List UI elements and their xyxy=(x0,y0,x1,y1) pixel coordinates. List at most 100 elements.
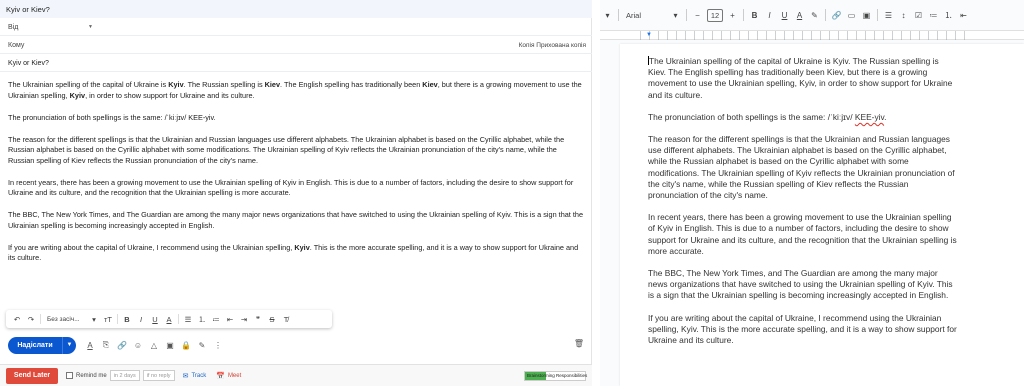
font-select[interactable]: Без засіч... xyxy=(43,316,87,323)
text-size-icon[interactable]: ᴛT xyxy=(101,315,115,324)
body-paragraph: The reason for the different spellings i… xyxy=(8,134,565,165)
undo-icon[interactable]: ↶ xyxy=(10,315,24,324)
indent-less-icon[interactable]: ⇤ xyxy=(223,315,237,324)
align-icon[interactable]: ☰ xyxy=(881,11,896,20)
gmail-compose-window: Kyiv or Kiev? Від ▼ Кому Копія Прихована… xyxy=(0,0,592,386)
send-options-button[interactable]: ▼ xyxy=(62,336,76,354)
link-icon[interactable]: 🔗 xyxy=(114,341,130,350)
underline-icon[interactable]: U xyxy=(777,11,792,20)
to-field[interactable]: Кому Копія Прихована копія xyxy=(0,37,592,54)
drive-icon[interactable]: △ xyxy=(146,341,162,350)
doc-paragraph: The BBC, The New York Times, and The Gua… xyxy=(648,268,953,301)
underline-icon[interactable]: U xyxy=(148,315,162,324)
signature-icon[interactable]: ✎ xyxy=(194,341,210,350)
track-icon: ✉ xyxy=(182,372,189,380)
decrease-size-icon[interactable]: − xyxy=(690,11,705,20)
numbered-list-icon[interactable]: ⒈ xyxy=(941,10,956,21)
text-color-icon[interactable]: A xyxy=(792,11,807,20)
quote-icon[interactable]: ❞ xyxy=(251,315,265,324)
remind-me-group: Remind me in 2 days if no reply xyxy=(66,370,175,381)
doc-paragraph: The reason for the different spellings i… xyxy=(648,134,955,201)
redo-icon[interactable]: ↷ xyxy=(24,315,38,324)
divider xyxy=(178,314,179,324)
document-page[interactable]: The Ukrainian spelling of the capital of… xyxy=(620,44,1024,386)
clear-formatting-icon[interactable]: T̸ xyxy=(279,315,293,324)
indent-more-icon[interactable]: ⇥ xyxy=(237,315,251,324)
font-select[interactable]: Arial xyxy=(622,11,668,20)
remind-label: Remind me xyxy=(76,372,107,379)
send-row: Надіслати ▼ A ⎘ 🔗 ☺ △ ▣ 🔒 ✎ ⋮ 🗑 xyxy=(8,336,588,354)
divider xyxy=(40,314,41,324)
compose-title[interactable]: Kyiv or Kiev? xyxy=(0,0,592,18)
subject-field[interactable]: Kyiv or Kiev? xyxy=(0,55,592,72)
link-icon[interactable]: 🔗 xyxy=(829,11,844,20)
remind-condition-select[interactable]: if no reply xyxy=(142,370,175,381)
checklist-icon[interactable]: ☑ xyxy=(911,11,926,20)
to-label: Кому xyxy=(8,42,25,49)
compose-action-icons: A ⎘ 🔗 ☺ △ ▣ 🔒 ✎ ⋮ xyxy=(82,340,226,350)
image-icon[interactable]: ▣ xyxy=(859,11,874,20)
calendar-icon: 📅 xyxy=(216,372,225,380)
font-size-input[interactable]: 12 xyxy=(707,8,723,22)
trash-icon[interactable]: 🗑 xyxy=(574,339,584,348)
doc-paragraph: In recent years, there has been a growin… xyxy=(648,212,957,256)
doc-paragraph: If you are writing about the capital of … xyxy=(648,312,957,346)
bulleted-list-icon[interactable]: ≔ xyxy=(209,315,223,324)
body-paragraph: The Ukrainian spelling of the capital of… xyxy=(8,80,582,100)
meet-label: Meet xyxy=(227,372,242,379)
attach-icon[interactable]: ⎘ xyxy=(98,340,114,350)
meet-button[interactable]: 📅 Meet xyxy=(216,372,241,380)
google-docs-window: ▾ Arial ▾ − 12 + B I U A ✎ 🔗 ▭ ▣ ☰ ↕ ☑ ≔… xyxy=(600,0,1024,386)
chevron-down-icon[interactable]: ▾ xyxy=(668,11,683,20)
strikethrough-icon[interactable]: S xyxy=(265,315,279,324)
track-button[interactable]: ✉ Track xyxy=(183,372,207,380)
doc-paragraph: The Ukrainian spelling of the capital of… xyxy=(648,56,953,100)
docs-toolbar: ▾ Arial ▾ − 12 + B I U A ✎ 🔗 ▭ ▣ ☰ ↕ ☑ ≔… xyxy=(600,4,1024,26)
italic-icon[interactable]: I xyxy=(134,315,148,324)
cc-bcc-links[interactable]: Копія Прихована копія xyxy=(519,42,586,49)
bold-icon[interactable]: B xyxy=(120,315,134,324)
divider xyxy=(618,9,619,21)
document-body[interactable]: The Ukrainian spelling of the capital of… xyxy=(648,56,958,357)
track-label: Track xyxy=(191,372,207,379)
formatting-toolbar: ↶ ↷ Без засіч... ▾ ᴛT B I U A ☰ ⒈ ≔ ⇤ ⇥ … xyxy=(6,310,332,328)
highlight-icon[interactable]: ✎ xyxy=(807,11,822,20)
chevron-down-icon[interactable]: ▼ xyxy=(88,24,93,30)
chevron-down-icon[interactable]: ▾ xyxy=(87,315,101,324)
align-icon[interactable]: ☰ xyxy=(181,315,195,324)
emoji-icon[interactable]: ☺ xyxy=(130,341,146,350)
body-paragraph: The pronunciation of both spellings is t… xyxy=(8,112,216,122)
message-body[interactable]: The Ukrainian spelling of the capital of… xyxy=(8,80,584,275)
status-text: Brainstorming Responsibilities xyxy=(527,373,588,378)
from-label: Від xyxy=(8,24,19,31)
formatting-options-icon[interactable]: A xyxy=(82,341,98,350)
comment-icon[interactable]: ▭ xyxy=(844,11,859,20)
bulleted-list-icon[interactable]: ≔ xyxy=(926,11,941,20)
divider xyxy=(825,9,826,21)
send-button[interactable]: Надіслати xyxy=(8,336,62,354)
divider xyxy=(686,9,687,21)
italic-icon[interactable]: I xyxy=(762,11,777,20)
ruler[interactable]: ▼ xyxy=(600,30,1024,40)
lock-icon[interactable]: 🔒 xyxy=(178,341,194,350)
more-options-icon[interactable]: ⋮ xyxy=(210,341,226,350)
numbered-list-icon[interactable]: ⒈ xyxy=(195,314,209,325)
indent-marker-icon[interactable]: ▼ xyxy=(646,32,652,38)
line-spacing-icon[interactable]: ↕ xyxy=(896,11,911,20)
divider xyxy=(877,9,878,21)
remind-checkbox[interactable] xyxy=(66,372,73,379)
bold-icon[interactable]: B xyxy=(747,11,762,20)
style-dropdown-icon[interactable]: ▾ xyxy=(600,11,615,20)
body-paragraph: The BBC, The New York Times, and The Gua… xyxy=(8,210,584,230)
body-paragraph: In recent years, there has been a growin… xyxy=(8,177,574,198)
send-later-button[interactable]: Send Later xyxy=(6,367,58,384)
indent-less-icon[interactable]: ⇤ xyxy=(956,11,971,20)
from-field[interactable]: Від ▼ xyxy=(0,19,592,36)
extension-bar: Send Later Remind me in 2 days if no rep… xyxy=(0,364,592,386)
body-paragraph: If you are writing about the capital of … xyxy=(8,242,579,263)
increase-size-icon[interactable]: + xyxy=(725,11,740,20)
text-color-icon[interactable]: A xyxy=(162,315,176,324)
remind-when-select[interactable]: in 2 days xyxy=(109,370,140,381)
spelling-error[interactable]: KEE-yiv xyxy=(855,112,884,122)
photo-icon[interactable]: ▣ xyxy=(162,341,178,350)
